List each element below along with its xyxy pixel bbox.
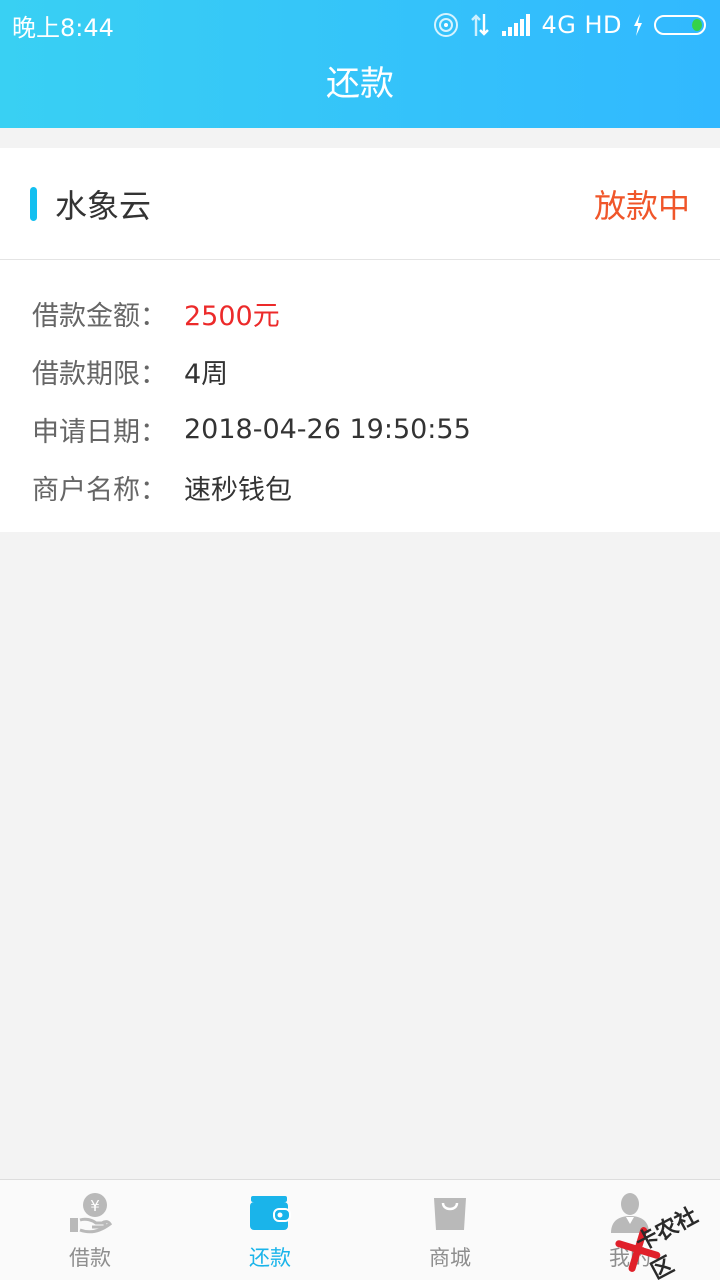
detail-row-term: 借款期限： 4周 xyxy=(0,342,720,400)
accent-bar xyxy=(30,186,37,221)
tab-label: 借款 xyxy=(69,1246,111,1270)
status-bar: 晚上8:44 4G HD xyxy=(0,0,720,50)
detail-value: 4周 xyxy=(184,358,229,390)
shopping-bag-icon xyxy=(428,1192,472,1234)
lender-name: 水象云 xyxy=(55,186,152,225)
battery-icon xyxy=(654,13,708,37)
detail-label: 商户名称： xyxy=(32,474,167,506)
loan-card-header: 水象云 放款中 xyxy=(0,148,720,260)
data-transfer-icon xyxy=(469,12,491,38)
detail-label: 申请日期： xyxy=(32,416,167,448)
svg-text:¥: ¥ xyxy=(90,1197,100,1215)
detail-value: 速秒钱包 xyxy=(184,474,292,506)
status-time: 晚上8:44 xyxy=(12,13,114,42)
hotspot-icon xyxy=(433,12,459,38)
network-label: 4G HD xyxy=(541,11,622,39)
loan-card[interactable]: 水象云 放款中 借款金额： 2500元 借款期限： 4周 申请日期： 2018-… xyxy=(0,148,720,532)
detail-value: 2500元 xyxy=(184,300,280,332)
detail-label: 借款期限： xyxy=(32,358,167,390)
tab-mall[interactable]: 商城 xyxy=(360,1180,540,1280)
app-header: 晚上8:44 4G HD 还款 xyxy=(0,0,720,128)
tab-loan[interactable]: ¥ 借款 xyxy=(0,1180,180,1280)
loan-status: 放款中 xyxy=(593,186,690,225)
wallet-icon xyxy=(248,1192,292,1234)
detail-row-amount: 借款金额： 2500元 xyxy=(0,284,720,342)
detail-row-merchant: 商户名称： 速秒钱包 xyxy=(0,458,720,516)
status-icons: 4G HD xyxy=(433,11,708,39)
signal-icon xyxy=(501,13,531,37)
detail-label: 借款金额： xyxy=(32,300,167,332)
page-title: 还款 xyxy=(326,64,394,104)
charging-icon xyxy=(632,13,644,37)
tab-label: 商城 xyxy=(429,1246,471,1270)
tab-label: 还款 xyxy=(249,1246,291,1270)
detail-value: 2018-04-26 19:50:55 xyxy=(184,413,471,445)
tab-repay[interactable]: 还款 xyxy=(180,1180,360,1280)
detail-row-date: 申请日期： 2018-04-26 19:50:55 xyxy=(0,400,720,458)
loan-icon: ¥ xyxy=(68,1192,112,1234)
loan-details: 借款金额： 2500元 借款期限： 4周 申请日期： 2018-04-26 19… xyxy=(0,260,720,516)
